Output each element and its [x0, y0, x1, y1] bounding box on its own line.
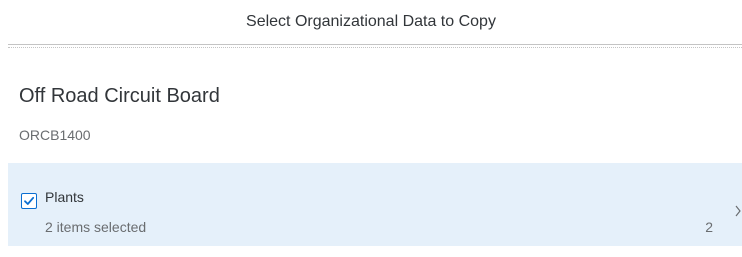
header-divider — [8, 44, 742, 45]
object-title: Off Road Circuit Board — [19, 85, 220, 107]
list-item-plants[interactable]: Plants 2 items selected 2 — [8, 163, 742, 246]
chevron-right-icon[interactable] — [734, 205, 742, 217]
list-item-description: 2 items selected — [45, 219, 147, 235]
checkmark-icon — [24, 196, 35, 205]
dialog-header: Select Organizational Data to Copy — [0, 0, 742, 44]
list-item-counter: 2 — [705, 219, 713, 235]
copy-org-data-dialog: Select Organizational Data to Copy Off R… — [0, 0, 742, 257]
dialog-title: Select Organizational Data to Copy — [246, 13, 496, 30]
plants-checkbox[interactable] — [21, 193, 37, 209]
object-id: ORCB1400 — [19, 127, 91, 143]
header-divider-secondary — [8, 47, 742, 48]
list-item-title: Plants — [45, 189, 84, 205]
